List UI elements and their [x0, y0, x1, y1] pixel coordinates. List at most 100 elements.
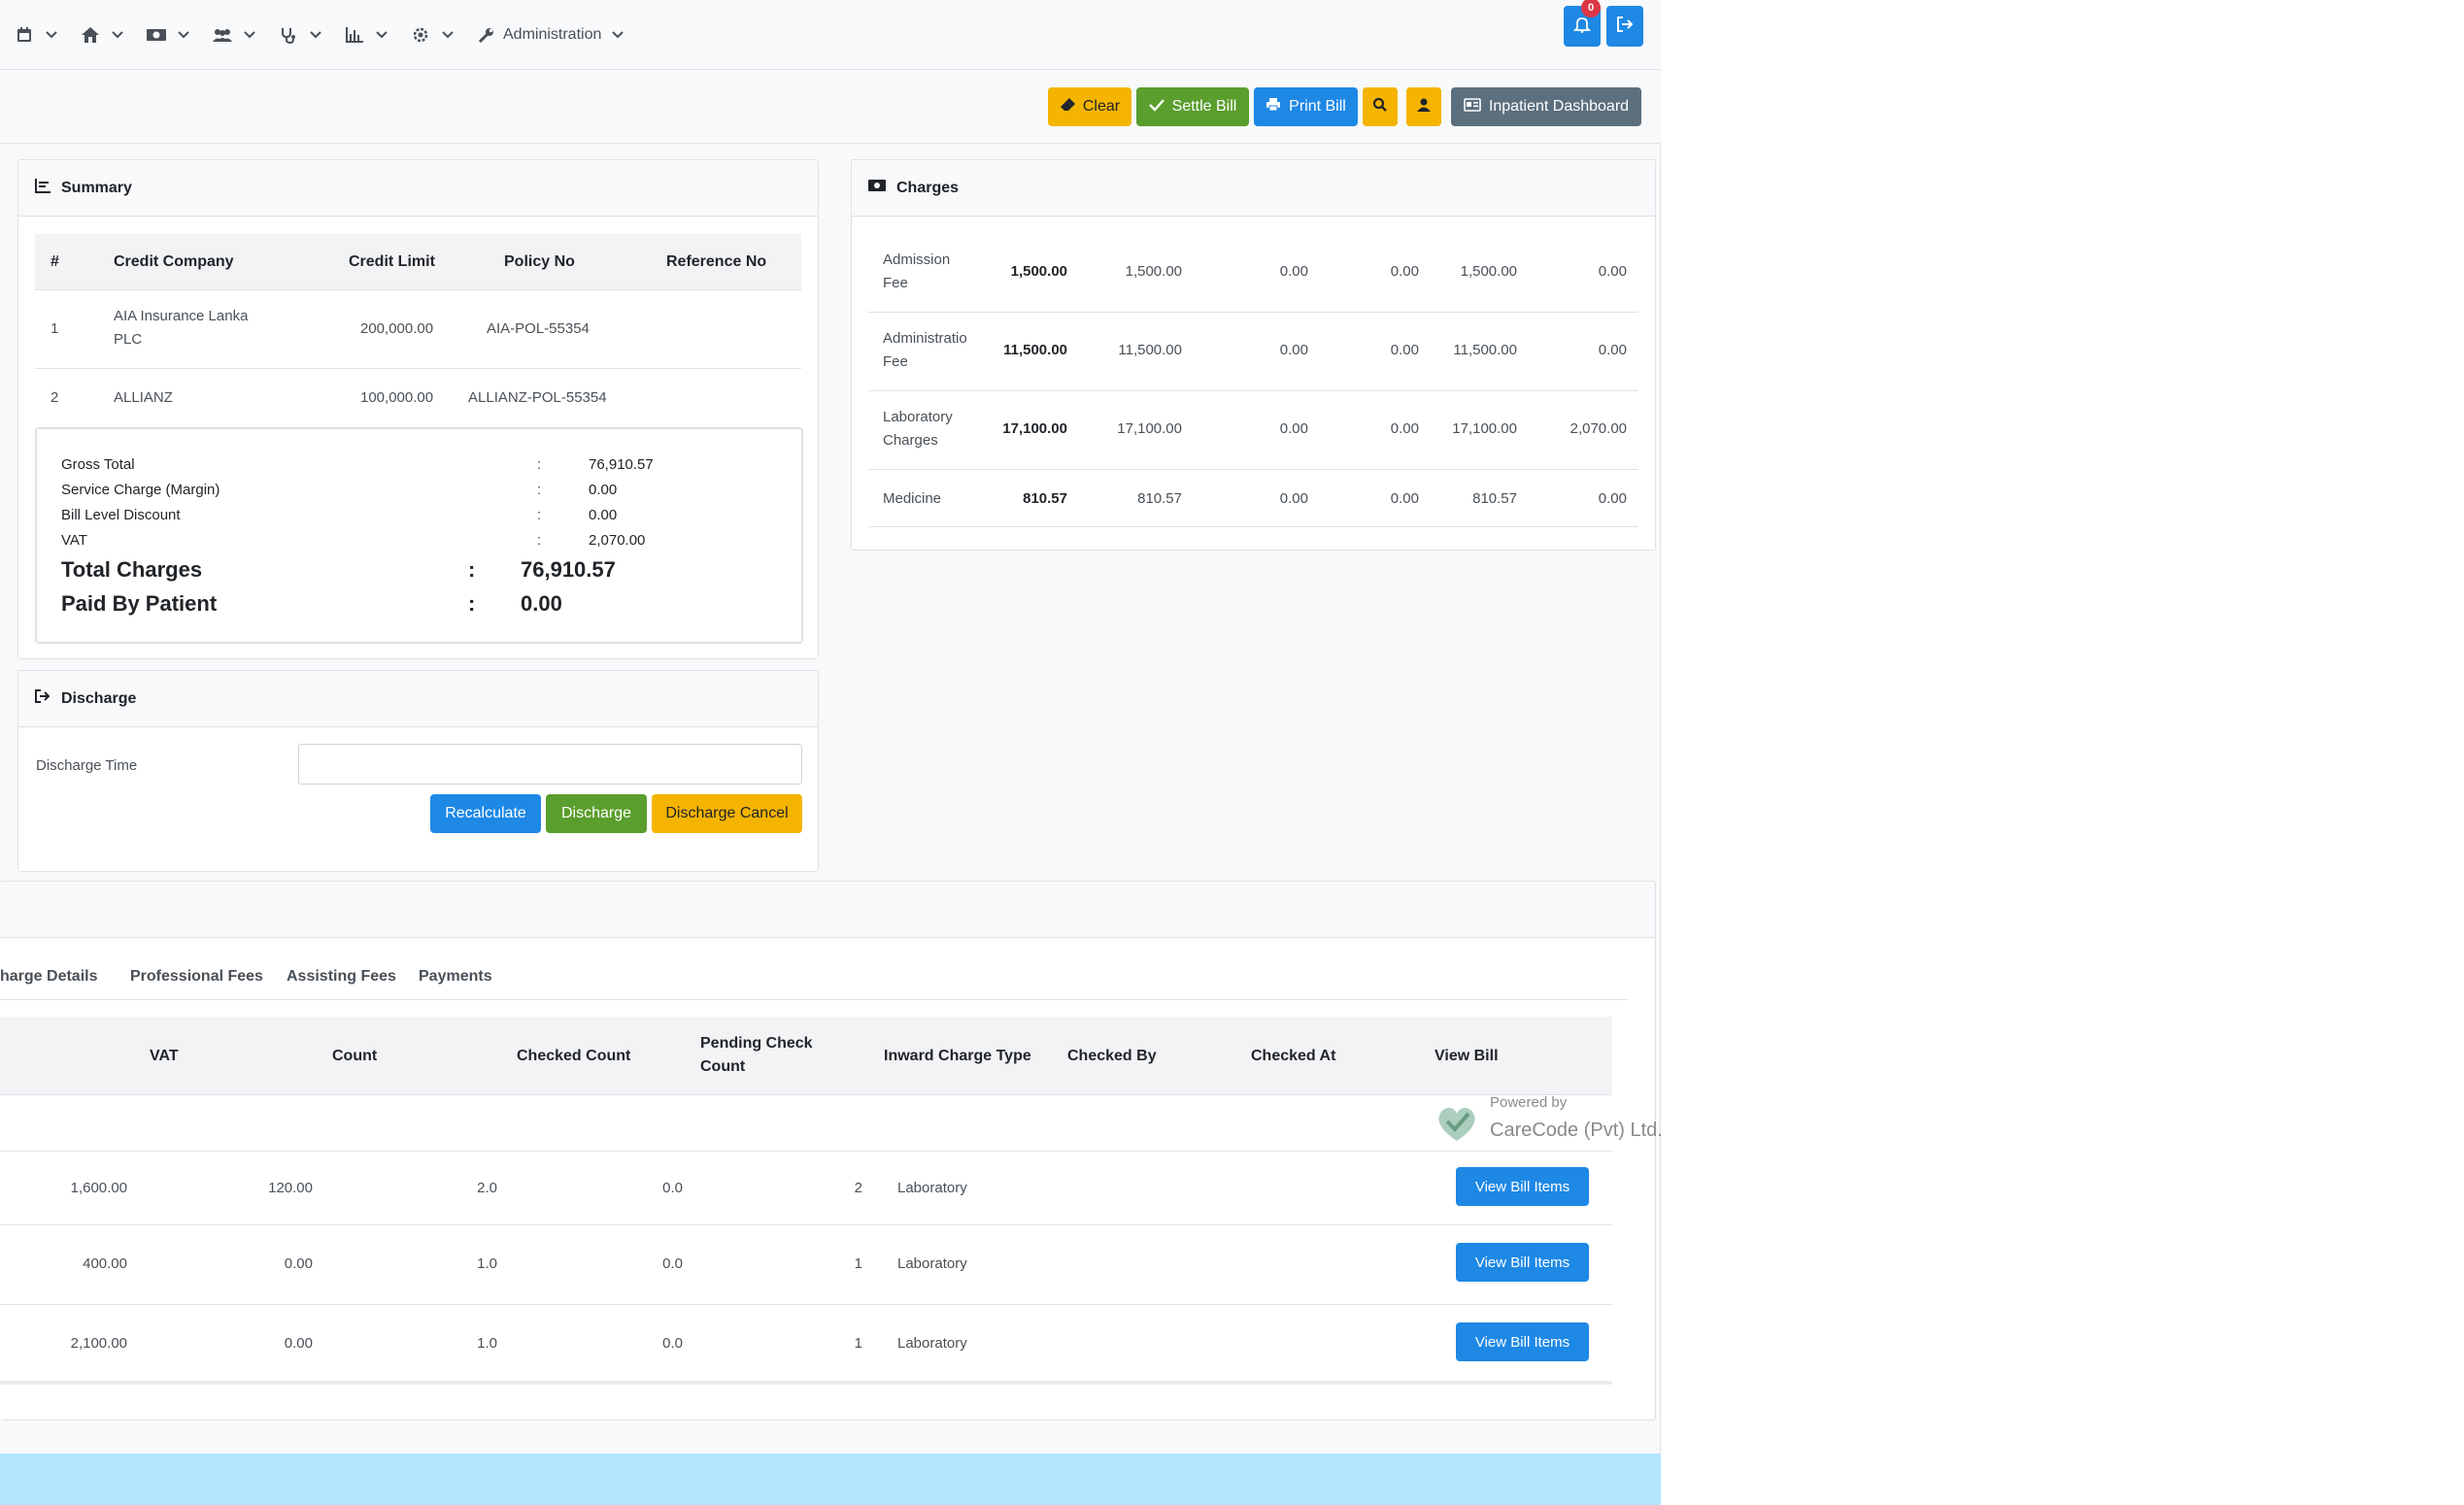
row-number: 2 [51, 389, 59, 406]
row-number: 1 [51, 320, 59, 337]
charge-name-cont: Fee [883, 275, 908, 291]
charge-gross: 17,100.00 [1117, 420, 1182, 437]
table-row: 1 AIA Insurance Lanka PLC 200,000.00 AIA… [35, 291, 801, 369]
details-body: harge Details Professional Fees Assistin… [0, 939, 1663, 1420]
row-vat: 0.00 [284, 1335, 313, 1352]
stethoscope-icon [278, 24, 299, 46]
row-company: ALLIANZ [114, 389, 173, 406]
charge-vat: 0.00 [1598, 490, 1627, 507]
chevron-down-icon [611, 28, 624, 42]
charge-total: 17,100.00 [1002, 420, 1067, 437]
tab-payments[interactable]: Payments [419, 968, 492, 986]
discharge-cancel-button[interactable]: Discharge Cancel [652, 794, 802, 833]
powered-by-watermark: Powered by CareCode (Pvt) Ltd. [1434, 1092, 1667, 1147]
chevron-down-icon [177, 28, 190, 42]
row-inward-charge-type: Laboratory [897, 1255, 967, 1272]
row-amount: 400.00 [83, 1255, 127, 1272]
nav-stethoscope-menu[interactable] [278, 16, 322, 54]
gross-total-value: 76,910.57 [589, 456, 654, 473]
nav-users-menu[interactable] [212, 16, 256, 54]
discharge-card: Discharge Discharge Time Recalculate Dis… [17, 670, 819, 872]
nav-home-menu[interactable] [80, 16, 124, 54]
powered-by-label: Powered by [1490, 1094, 1568, 1111]
row-credit-limit: 100,000.00 [360, 389, 434, 406]
charge-discount: 0.00 [1279, 490, 1308, 507]
search-button[interactable] [1363, 87, 1398, 126]
tab-assisting-fees[interactable]: Assisting Fees [287, 968, 396, 986]
summary-card: Summary # Credit Company Credit Limit Po… [17, 159, 819, 659]
row-pending-count: 1 [854, 1255, 862, 1272]
chart-icon [344, 24, 365, 46]
row-inward-charge-type: Laboratory [897, 1180, 967, 1196]
recalculate-button[interactable]: Recalculate [430, 794, 541, 833]
nav-reports-menu[interactable] [344, 16, 388, 54]
col-checked-by: Checked By [1067, 1048, 1157, 1064]
discharge-time-input[interactable] [298, 744, 802, 785]
service-charge-value: 0.00 [589, 482, 618, 498]
charge-vat: 0.00 [1598, 342, 1627, 358]
gross-total-sep: : [537, 456, 542, 473]
discharge-button[interactable]: Discharge [546, 794, 647, 833]
table-row: Admission Fee 1,500.00 1,500.00 0.00 0.0… [868, 235, 1638, 313]
col-policy-no: Policy No [504, 253, 575, 270]
discharge-header: Discharge [18, 671, 818, 727]
logout-button[interactable] [1606, 6, 1643, 47]
col-credit-limit: Credit Limit [349, 253, 435, 270]
nav-money-menu[interactable] [146, 16, 190, 54]
tab-charge-details[interactable]: harge Details [0, 968, 97, 986]
charge-margin: 0.00 [1390, 490, 1419, 507]
notifications-button[interactable]: 0 [1564, 0, 1601, 47]
row-policy-no: AIA-POL-55354 [487, 320, 590, 337]
charge-vat: 0.00 [1598, 263, 1627, 280]
money-icon [867, 179, 887, 197]
charge-discount: 0.00 [1279, 342, 1308, 358]
charge-name-cont: Charges [883, 432, 938, 449]
totals-box: Gross Total : 76,910.57 Service Charge (… [35, 427, 803, 644]
table-row: Laboratory Charges 17,100.00 17,100.00 0… [868, 392, 1638, 470]
nav-settings-menu[interactable] [410, 16, 455, 54]
total-charges-label: Total Charges [61, 557, 203, 582]
charges-title: Charges [896, 179, 960, 196]
calendar-icon [14, 24, 35, 46]
row-vat: 120.00 [268, 1180, 313, 1196]
patient-button[interactable] [1406, 87, 1441, 126]
row-checked-count: 0.0 [662, 1180, 683, 1196]
row-count: 1.0 [477, 1335, 497, 1352]
vat-label: VAT [61, 532, 87, 549]
paid-by-patient-label: Paid By Patient [61, 591, 218, 616]
print-bill-button[interactable]: Print Bill [1254, 87, 1358, 126]
discharge-title: Discharge [61, 689, 137, 707]
inpatient-dashboard-button[interactable]: Inpatient Dashboard [1451, 87, 1641, 126]
tab-professional-fees[interactable]: Professional Fees [130, 968, 263, 986]
view-bill-items-button[interactable]: View Bill Items [1456, 1167, 1589, 1206]
settle-bill-button[interactable]: Settle Bill [1136, 87, 1249, 126]
charge-net: 810.57 [1472, 490, 1517, 507]
col-pending-check-count: Count [700, 1058, 746, 1075]
credit-table-header: # Credit Company Credit Limit Policy No … [35, 234, 801, 290]
charges-card: Charges Admission Fee 1,500.00 1,500.00 … [851, 159, 1656, 551]
bill-discount-value: 0.00 [589, 507, 618, 523]
paid-by-patient-sep: : [468, 591, 476, 616]
nav-calendar-menu[interactable] [14, 16, 58, 54]
summary-title: Summary [61, 179, 132, 196]
table-row: 2,100.00 0.00 1.0 0.0 1 Laboratory View … [0, 1306, 1612, 1385]
charge-net: 17,100.00 [1452, 420, 1517, 437]
footer-bar [0, 1454, 1661, 1505]
chevron-down-icon [111, 28, 124, 42]
charge-name: Administratio [883, 330, 967, 347]
view-bill-items-button[interactable]: View Bill Items [1456, 1322, 1589, 1361]
col-checked-count: Checked Count [517, 1048, 631, 1064]
charges-body: Admission Fee 1,500.00 1,500.00 0.00 0.0… [852, 217, 1655, 550]
charge-net: 1,500.00 [1460, 263, 1517, 280]
nav-administration-menu[interactable]: Administration [476, 16, 624, 54]
sign-out-icon [34, 688, 51, 709]
chevron-down-icon [441, 28, 455, 42]
total-charges-value: 76,910.57 [521, 557, 616, 582]
filter-row [0, 1096, 1612, 1152]
nav-administration-label: Administration [503, 25, 602, 43]
charge-gross: 11,500.00 [1118, 342, 1182, 358]
row-company-cont: PLC [114, 331, 143, 348]
clear-button[interactable]: Clear [1048, 87, 1131, 126]
charge-vat: 2,070.00 [1570, 420, 1627, 437]
view-bill-items-button[interactable]: View Bill Items [1456, 1243, 1589, 1282]
